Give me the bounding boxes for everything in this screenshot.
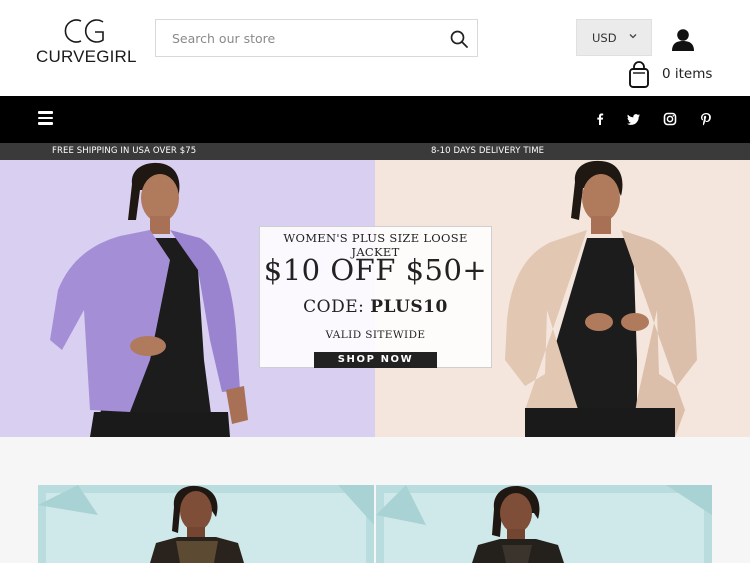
shopping-bag-icon bbox=[629, 61, 649, 88]
instagram-icon[interactable] bbox=[662, 111, 678, 127]
hamburger-icon[interactable] bbox=[38, 111, 54, 125]
brand-logo[interactable]: CURVEGIRL bbox=[36, 16, 137, 70]
search-box bbox=[155, 19, 478, 57]
cart-link[interactable]: 0 items bbox=[628, 61, 728, 89]
product-image bbox=[376, 485, 712, 563]
currency-value: USD bbox=[592, 31, 617, 45]
main-navbar bbox=[0, 96, 750, 143]
promo-code-line: CODE: PLUS10 bbox=[260, 297, 491, 317]
cart-count-label: 0 items bbox=[662, 66, 713, 82]
account-icon[interactable] bbox=[670, 28, 696, 52]
promo-box: WOMEN'S PLUS SIZE LOOSE JACKET $10 OFF $… bbox=[259, 226, 492, 368]
site-header: CURVEGIRL USD 0 items bbox=[0, 0, 750, 96]
product-image bbox=[38, 485, 374, 563]
logo-mark-icon bbox=[64, 19, 104, 43]
twitter-icon[interactable] bbox=[626, 111, 642, 127]
delivery-time-notice: 8-10 DAYS DELIVERY TIME bbox=[431, 146, 545, 156]
chevron-down-icon bbox=[629, 34, 637, 39]
product-card[interactable] bbox=[376, 485, 712, 563]
hero-banner[interactable]: WOMEN'S PLUS SIZE LOOSE JACKET $10 OFF $… bbox=[0, 160, 750, 437]
pinterest-icon[interactable] bbox=[698, 111, 714, 127]
promo-code: PLUS10 bbox=[370, 297, 448, 317]
brand-name: CURVEGIRL bbox=[36, 47, 137, 66]
free-shipping-notice: FREE SHIPPING IN USA OVER $75 bbox=[52, 146, 197, 156]
promo-code-prefix: CODE: bbox=[303, 297, 371, 317]
search-icon[interactable] bbox=[449, 29, 469, 49]
product-card[interactable] bbox=[38, 485, 374, 563]
promo-offer: $10 OFF $50+ bbox=[263, 253, 488, 287]
featured-products-section bbox=[0, 437, 750, 563]
facebook-icon[interactable] bbox=[592, 111, 608, 127]
search-input[interactable] bbox=[156, 20, 436, 56]
promo-validity: VALID SITEWIDE bbox=[325, 329, 426, 341]
announcement-bar: FREE SHIPPING IN USA OVER $75 8-10 DAYS … bbox=[0, 143, 750, 160]
shop-now-button[interactable]: SHOP NOW bbox=[314, 352, 437, 368]
currency-select[interactable]: USD bbox=[576, 19, 652, 56]
